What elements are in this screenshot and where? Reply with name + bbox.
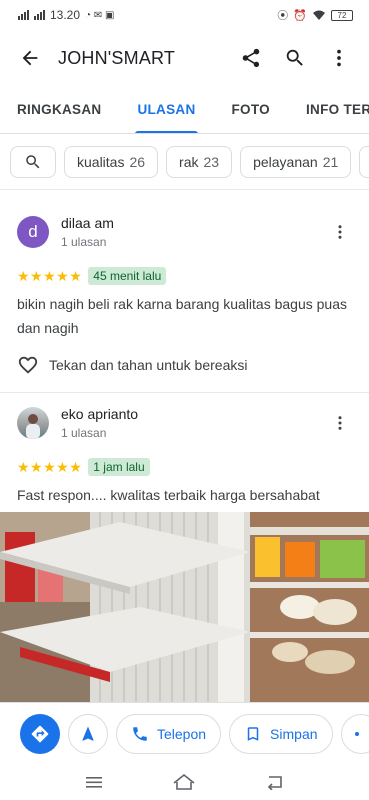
battery-icon: 72 <box>331 9 353 21</box>
reviewer-meta: 1 ulasan <box>61 426 107 440</box>
more-vert-icon <box>338 225 342 239</box>
call-label: Telepon <box>157 725 207 742</box>
chip-label: rak <box>179 153 199 170</box>
chip-count: 21 <box>322 153 339 170</box>
chip-kualitas[interactable]: kualitas 26 <box>64 145 159 178</box>
directions-button[interactable] <box>20 713 60 754</box>
avatar-letter: d <box>28 222 38 241</box>
notification-icons: ◔ ✉ ▣ <box>85 9 115 21</box>
share-icon <box>242 48 260 68</box>
wifi-icon <box>313 10 325 20</box>
bottom-action-bar: Telepon Simpan <box>0 702 369 764</box>
more-vert-icon <box>337 49 341 67</box>
review-more-button[interactable] <box>328 220 352 244</box>
review-text: bikin nagih beli rak karna barang kualit… <box>17 296 347 336</box>
tab-ringkasan[interactable]: RINGKASAN <box>17 86 101 133</box>
chip-count: 23 <box>203 153 220 170</box>
react-button[interactable]: Tekan dan tahan untuk bereaksi <box>17 354 352 376</box>
signal-icon <box>18 10 29 20</box>
tab-bar: RINGKASAN ULASAN FOTO INFO TERBARU <box>0 86 369 134</box>
chip-count: 26 <box>129 153 146 170</box>
star-rating: ★★★★★ <box>17 267 83 284</box>
search-icon <box>286 49 303 66</box>
directions-icon <box>31 725 49 742</box>
review-photo[interactable] <box>0 512 369 702</box>
tab-info-terbaru[interactable]: INFO TERBARU <box>306 86 369 133</box>
back-button[interactable] <box>8 36 52 80</box>
share-action-button[interactable] <box>340 713 369 754</box>
share-button[interactable] <box>229 36 273 80</box>
alarm-icon: ⏰ <box>293 9 307 22</box>
heart-outline-icon <box>18 356 38 374</box>
save-button[interactable]: Simpan <box>229 713 333 754</box>
chip-rak[interactable]: rak 23 <box>166 145 233 178</box>
navigation-arrow-icon <box>82 726 94 741</box>
status-time: 13.20 <box>50 8 81 22</box>
tab-foto[interactable]: FOTO <box>232 86 270 133</box>
review-time-badge: 1 jam lalu <box>88 458 150 476</box>
chip-label: kualitas <box>77 153 125 170</box>
home-icon[interactable] <box>172 773 196 791</box>
review-card: d dilaa am 1 ulasan ★★★★★ 45 menit lalu … <box>0 202 369 376</box>
location-icon: ⦿ <box>277 10 289 22</box>
review-card: eko aprianto 1 ulasan ★★★★★ 1 jam lalu F… <box>0 392 369 507</box>
share-icon <box>354 731 359 736</box>
search-reviews-chip[interactable] <box>10 145 56 178</box>
system-nav-bar <box>0 764 369 800</box>
react-label: Tekan dan tahan untuk bereaksi <box>49 357 248 373</box>
review-filter-chips: kualitas 26 rak 23 pelayanan 21 <box>0 134 369 190</box>
shelf-photo-illustration <box>0 512 369 702</box>
back-nav-icon[interactable] <box>265 774 285 790</box>
start-navigation-button[interactable] <box>68 713 108 754</box>
chip-next[interactable] <box>359 145 369 178</box>
signal-icon-2 <box>34 10 45 20</box>
status-bar: 13.20 ◔ ✉ ▣ ⦿ ⏰ 72 <box>0 0 369 30</box>
chip-pelayanan[interactable]: pelayanan 21 <box>240 145 352 178</box>
avatar[interactable] <box>17 407 49 439</box>
arrow-back-icon <box>22 50 38 66</box>
reviewer-name[interactable]: eko aprianto <box>61 406 328 422</box>
phone-icon <box>133 726 147 741</box>
tab-ulasan[interactable]: ULASAN <box>135 86 198 133</box>
more-vert-icon <box>338 416 342 430</box>
place-title: JOHN'SMART <box>58 47 176 68</box>
save-label: Simpan <box>270 725 318 742</box>
app-bar: JOHN'SMART <box>0 30 369 86</box>
chip-label: pelayanan <box>253 153 318 170</box>
search-icon <box>26 154 40 168</box>
person-photo-icon <box>26 414 40 439</box>
review-more-button[interactable] <box>328 411 352 435</box>
reviewer-name[interactable]: dilaa am <box>61 215 328 231</box>
bookmark-icon <box>247 726 259 741</box>
search-button[interactable] <box>273 36 317 80</box>
star-rating: ★★★★★ <box>17 458 83 475</box>
battery-level: 72 <box>337 10 347 20</box>
avatar[interactable]: d <box>17 216 49 248</box>
review-time-badge: 45 menit lalu <box>88 267 167 285</box>
review-text: Fast respon.... kwalitas terbaik harga b… <box>17 487 320 503</box>
recent-apps-icon[interactable] <box>84 774 104 790</box>
reviewer-meta: 1 ulasan <box>61 235 107 249</box>
more-options-button[interactable] <box>317 36 361 80</box>
call-button[interactable]: Telepon <box>116 713 222 754</box>
